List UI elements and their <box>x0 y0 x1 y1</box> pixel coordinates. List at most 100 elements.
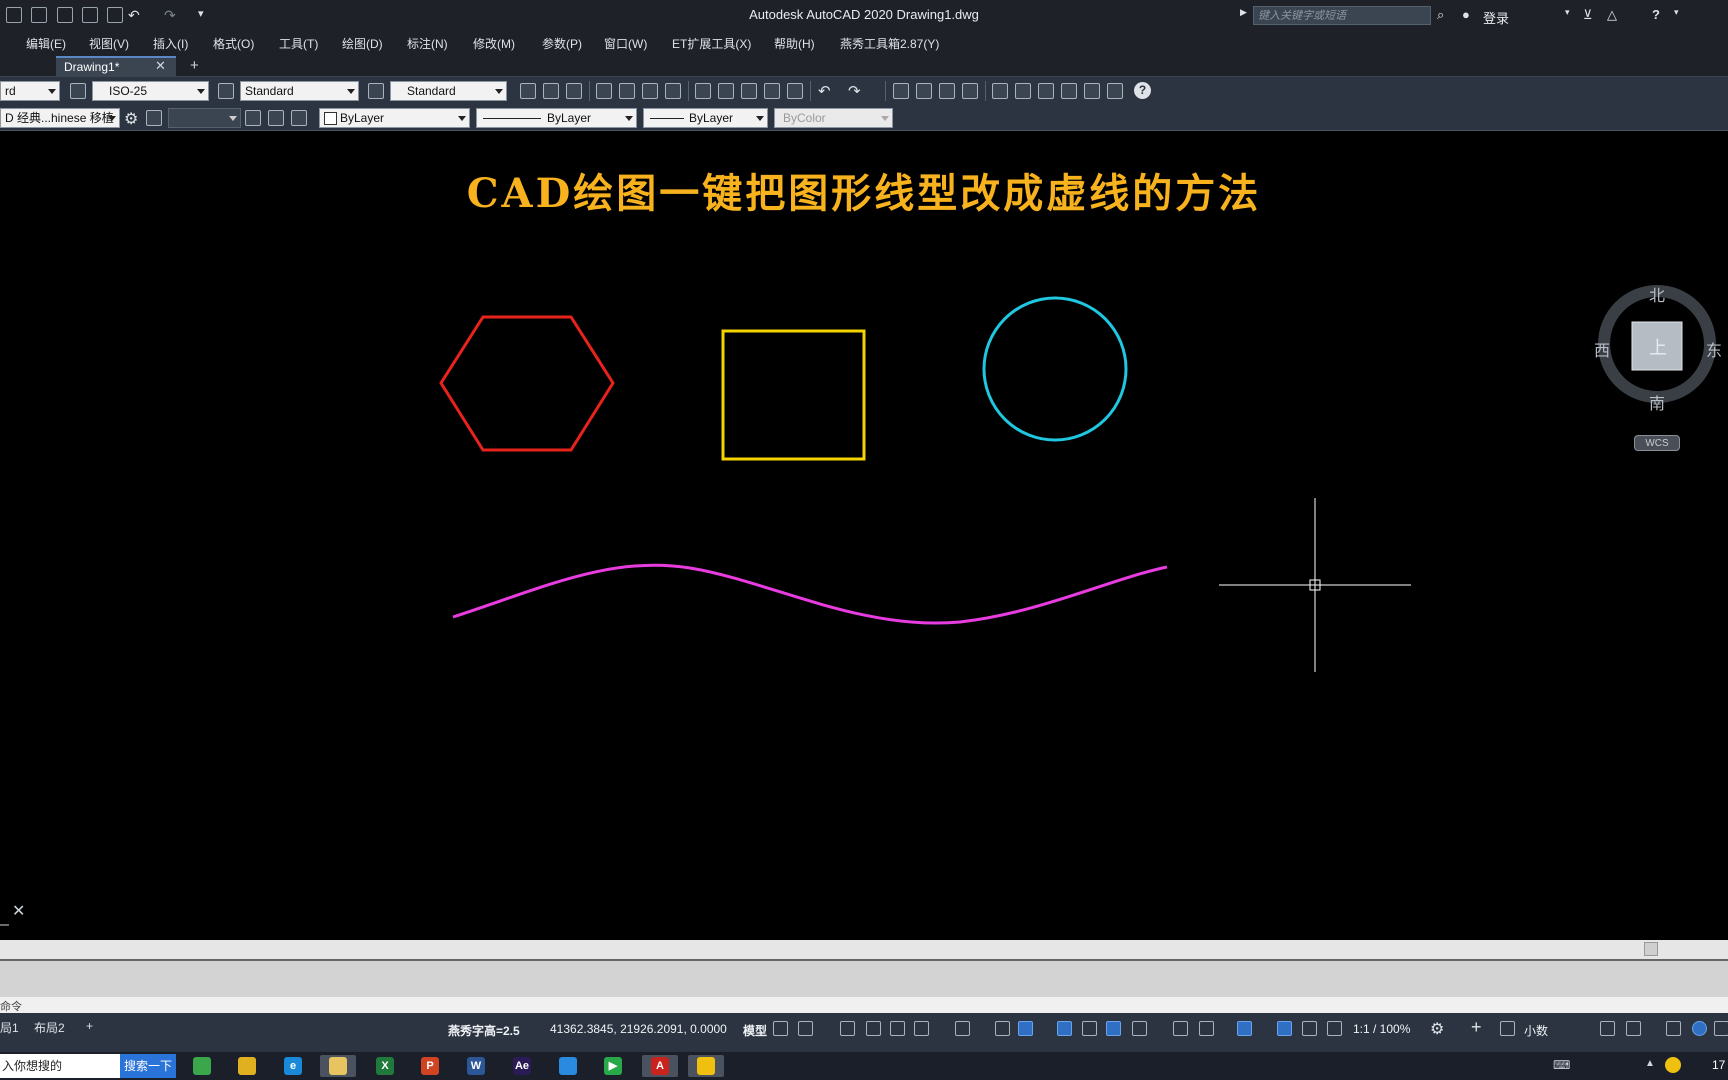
hexagon-shape[interactable] <box>439 315 615 452</box>
new-tab-button[interactable]: + <box>190 57 199 74</box>
taskbar-app-excel[interactable]: X <box>367 1055 403 1077</box>
lineweight-display-icon[interactable] <box>1057 1021 1072 1036</box>
zoom-window-icon[interactable] <box>939 83 955 99</box>
add-layout-button[interactable]: + <box>86 1019 93 1033</box>
taskbar-search-button[interactable]: 搜索一下 <box>120 1054 176 1078</box>
annotation-visibility-icon[interactable] <box>1277 1021 1292 1036</box>
save-icon[interactable] <box>566 83 582 99</box>
menu-help[interactable]: 帮助(H) <box>774 35 815 52</box>
multileader-style-select[interactable]: Standard <box>390 81 507 101</box>
model-space-canvas[interactable]: CAD绘图一键把图形线型改成虚线的方法 北 南 西 东 上 WCS ✕ <box>0 131 1728 940</box>
circle-shape[interactable] <box>982 296 1128 442</box>
sheet-set-icon[interactable] <box>1061 83 1077 99</box>
ortho-icon[interactable] <box>890 1021 905 1036</box>
viewcube-top-face[interactable]: 上 <box>1649 334 1667 360</box>
annotation-scale-value[interactable]: 1:1 / 100% <box>1353 1022 1410 1036</box>
layer-select[interactable] <box>168 108 241 128</box>
compass-north-label[interactable]: 北 <box>1649 282 1665 306</box>
workspace-gear-icon[interactable]: ⚙ <box>1430 1019 1444 1039</box>
auto-scale-icon[interactable] <box>1302 1021 1317 1036</box>
calculator-icon[interactable] <box>1107 83 1123 99</box>
annotation-monitor-icon[interactable]: + <box>1471 1017 1482 1038</box>
units-icon[interactable] <box>1500 1021 1515 1036</box>
coordinates-readout[interactable]: 41362.3845, 21926.2091, 0.0000 <box>550 1022 727 1036</box>
undo-icon[interactable]: ↶ <box>818 82 831 100</box>
menu-parameters[interactable]: 参数(P) <box>542 35 582 52</box>
square-shape[interactable] <box>721 329 866 461</box>
spline-shape[interactable] <box>452 563 1168 625</box>
help-menu-chevron-icon[interactable]: ▾ <box>1674 7 1679 18</box>
taskbar-app-browser[interactable] <box>184 1055 220 1077</box>
object-snap-icon[interactable] <box>1018 1021 1033 1036</box>
menu-modify[interactable]: 修改(M) <box>473 35 515 52</box>
menu-window[interactable]: 窗口(W) <box>604 35 647 52</box>
block-editor-icon[interactable] <box>787 83 803 99</box>
gizmo-icon[interactable] <box>1237 1021 1252 1036</box>
keyboard-icon[interactable]: ⌨ <box>1553 1058 1570 1072</box>
quick-properties-icon[interactable] <box>1600 1021 1615 1036</box>
user-icon[interactable]: ● <box>1462 7 1470 22</box>
open-icon[interactable] <box>543 83 559 99</box>
infer-constraints-icon[interactable] <box>840 1021 855 1036</box>
tray-expand-icon[interactable]: ▲ <box>1645 1058 1655 1069</box>
taskbar-app-yellow-app[interactable] <box>688 1055 724 1077</box>
cut-icon[interactable] <box>695 83 711 99</box>
taskbar-app-chrome[interactable] <box>229 1055 265 1077</box>
object-snap-tracking-icon[interactable] <box>995 1021 1010 1036</box>
taskbar-app-explorer[interactable] <box>320 1055 356 1077</box>
close-icon[interactable]: ✕ <box>12 901 25 921</box>
color-select[interactable]: ByLayer <box>319 108 470 128</box>
a360-icon[interactable]: △ <box>1607 7 1617 23</box>
layer-states-icon[interactable] <box>146 110 162 126</box>
multileader-style-icon[interactable] <box>368 83 384 99</box>
linetype-select[interactable]: ByLayer <box>476 108 637 128</box>
taskbar-app-ie[interactable]: e <box>275 1055 311 1077</box>
text-height-indicator[interactable]: 燕秀字高=2.5 <box>448 1022 520 1039</box>
grid-icon[interactable] <box>773 1021 788 1036</box>
plot-icon[interactable] <box>596 83 612 99</box>
login-link[interactable]: 登录 <box>1483 8 1509 27</box>
cart-icon[interactable]: ⊻ <box>1583 7 1593 23</box>
dynamic-ucs-icon[interactable] <box>1173 1021 1188 1036</box>
command-line[interactable]: 命令 <box>0 997 1728 1013</box>
isometric-drafting-icon[interactable] <box>955 1021 970 1036</box>
menu-view[interactable]: 视图(V) <box>89 35 129 52</box>
help-icon[interactable]: ? <box>1134 82 1151 99</box>
menu-format[interactable]: 格式(O) <box>213 35 254 52</box>
workspace-select[interactable]: D 经典...hinese 移植 <box>0 108 120 128</box>
pan-icon[interactable] <box>893 83 909 99</box>
compass-west-label[interactable]: 西 <box>1594 337 1610 361</box>
match-properties-icon[interactable] <box>764 83 780 99</box>
table-style-select[interactable]: Standard <box>240 81 359 101</box>
clean-screen-icon[interactable] <box>1714 1021 1728 1036</box>
plotstyle-select[interactable]: ByColor <box>774 108 893 128</box>
properties-icon[interactable] <box>992 83 1008 99</box>
taskbar-app-player[interactable]: ▶ <box>595 1055 631 1077</box>
taskbar-app-powerpoint[interactable]: P <box>412 1055 448 1077</box>
menu-edit[interactable]: 编辑(E) <box>26 35 66 52</box>
transparency-icon[interactable] <box>1082 1021 1097 1036</box>
hardware-acceleration-icon[interactable] <box>1692 1021 1707 1036</box>
polar-tracking-icon[interactable] <box>914 1021 929 1036</box>
copy-icon[interactable] <box>718 83 734 99</box>
isolate-objects-icon[interactable] <box>1666 1021 1681 1036</box>
compass-south-label[interactable]: 南 <box>1649 390 1665 414</box>
markup-icon[interactable] <box>1084 83 1100 99</box>
paste-icon[interactable] <box>741 83 757 99</box>
annotation-scale-icon[interactable] <box>1327 1021 1342 1036</box>
selection-cycling-icon[interactable] <box>1106 1021 1121 1036</box>
lineweight-select[interactable]: ByLayer <box>643 108 768 128</box>
search-input[interactable]: 键入关键字或短语 <box>1253 6 1431 25</box>
3d-object-snap-icon[interactable] <box>1132 1021 1147 1036</box>
horizontal-scrollbar[interactable] <box>0 940 1728 959</box>
tool-palettes-icon[interactable] <box>1038 83 1054 99</box>
scrollbar-thumb[interactable] <box>1644 942 1658 956</box>
zoom-previous-icon[interactable] <box>962 83 978 99</box>
selection-filter-icon[interactable] <box>1199 1021 1214 1036</box>
redo-icon[interactable]: ↷ <box>848 82 861 100</box>
taskbar-search-input[interactable]: 入你想搜的 <box>0 1054 120 1078</box>
layout-tab-2[interactable]: 布局2 <box>34 1019 65 1036</box>
text-style-select[interactable]: rd <box>0 81 60 101</box>
dim-style-icon[interactable] <box>70 83 86 99</box>
compass-east-label[interactable]: 东 <box>1706 337 1722 361</box>
